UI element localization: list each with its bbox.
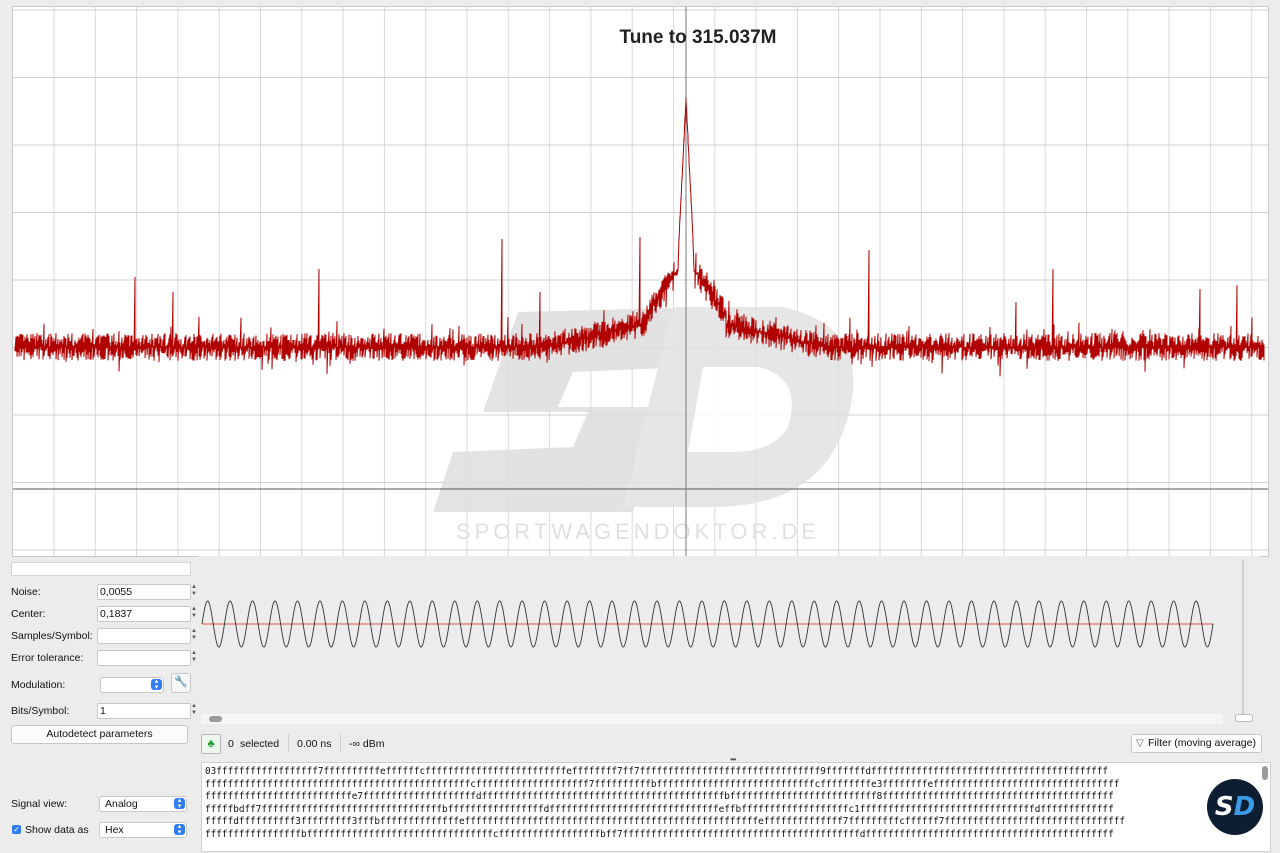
chevron-updown-icon[interactable]: ▴ ▾ [174,823,185,836]
show-data-checkbox[interactable]: ✓ [12,825,21,834]
show-data-label: Show data as [25,824,89,836]
waveform-horizontal-scrollbar[interactable] [201,714,1223,724]
hex-line: fffffbdff7ffffffffffffffffffffffffffffff… [205,803,1114,815]
duration-value: 0.00 ns [297,738,332,750]
samples-spinbox[interactable]: ▲ ▼ [97,628,197,644]
noise-spinbox[interactable]: 0,0055 ▲ ▼ [97,584,197,600]
sd-logo-badge: SD [1207,779,1263,835]
spin-arrows-icon[interactable]: ▲ ▼ [190,606,198,620]
spectrum-plot: SPORTWAGENDOKTOR.DE [13,7,1268,556]
watermark-text: SPORTWAGENDOKTOR.DE [456,519,820,544]
waveform-plot [201,600,1214,648]
chevron-updown-icon[interactable]: ▴ ▾ [174,797,185,810]
bits-value: 1 [100,705,106,717]
show-data-value: Hex [105,824,124,836]
modulation-combo[interactable]: ▴ ▾ [100,677,164,693]
spectrum-view[interactable]: SPORTWAGENDOKTOR.DE Tune to 315.037M [12,6,1269,557]
tree-icon[interactable]: ♣ [201,734,221,754]
error-spinbox[interactable]: ▲ ▼ [97,650,197,666]
power-value: -∞ dBm [349,738,385,750]
hex-scrollbar-thumb[interactable] [1262,766,1268,780]
noise-label: Noise: [11,586,41,598]
selected-count: 0 [228,738,234,750]
signal-view-label: Signal view: [11,798,68,810]
modulation-label: Modulation: [11,679,66,691]
status-strip [11,562,191,576]
slider-knob[interactable] [1235,714,1253,722]
noise-row: Noise: 0,0055 ▲ ▼ [11,584,197,600]
samples-row: Samples/Symbol: ▲ ▼ [11,628,197,644]
show-data-combo[interactable]: Hex ▴ ▾ [99,822,187,838]
hex-line: ffffffffffffffffffffffffffffffffffffffff… [205,778,1120,790]
filter-label: Filter (moving average) [1148,737,1256,749]
center-label: Center: [11,608,46,620]
signal-waveform-view[interactable] [198,556,1223,724]
noise-value: 0,0055 [100,586,133,598]
center-spinbox[interactable]: 0,1837 ▲ ▼ [97,606,197,622]
spin-arrows-icon[interactable]: ▲ ▼ [190,703,198,717]
signal-view-row: Signal view: Analog ▴ ▾ [11,796,191,812]
zoom-slider[interactable] [1225,556,1261,724]
bits-row: Bits/Symbol: 1 ▲ ▼ [11,703,197,719]
filter-icon: ▽ [1136,738,1144,749]
slider-track [1242,560,1244,715]
toolbar-separator [340,734,341,752]
hex-line: 03ffffffffffffffffff7ffffffffffeffffffcf… [205,766,1109,777]
spin-arrows-icon[interactable]: ▲ ▼ [190,584,198,598]
error-row: Error tolerance: ▲ ▼ [11,650,197,666]
bits-label: Bits/Symbol: [11,705,70,717]
modulation-row: Modulation: ▴ ▾ [11,677,191,693]
signal-view-combo[interactable]: Analog ▴ ▾ [99,796,187,812]
center-row: Center: 0,1837 ▲ ▼ [11,606,197,622]
autodetect-button[interactable]: Autodetect parameters [11,725,188,744]
error-label: Error tolerance: [11,652,84,664]
bits-spinbox[interactable]: 1 ▲ ▼ [97,703,197,719]
hex-line: ffffffffffffffffffffffffffe7ffffffffffff… [205,791,1114,803]
toolbar-separator [288,734,289,752]
chevron-updown-icon[interactable]: ▴ ▾ [151,678,162,691]
hex-line: fffffffffffffffffbffffffffffffffffffffff… [205,828,1114,840]
signal-view-value: Analog [105,798,138,810]
wrench-icon[interactable]: 🔧 [171,673,191,693]
samples-label: Samples/Symbol: [11,630,93,642]
selected-label: selected [240,738,280,750]
tune-label: Tune to 315.037M [619,27,777,48]
spin-arrows-icon[interactable]: ▲ ▼ [190,650,198,664]
show-data-row: ✓ Show data as Hex ▴ ▾ [11,822,191,838]
spin-arrows-icon[interactable]: ▲ ▼ [190,628,198,642]
scrollbar-thumb[interactable] [209,716,222,722]
hex-data-view[interactable]: 03ffffffffffffffffff7ffffffffffeffffffcf… [201,762,1271,852]
center-value: 0,1837 [100,608,133,620]
filter-button[interactable]: ▽ Filter (moving average) [1131,734,1262,753]
hex-line: fffffdffffffffff3fffffffff3fffbfffffffff… [205,816,1126,828]
